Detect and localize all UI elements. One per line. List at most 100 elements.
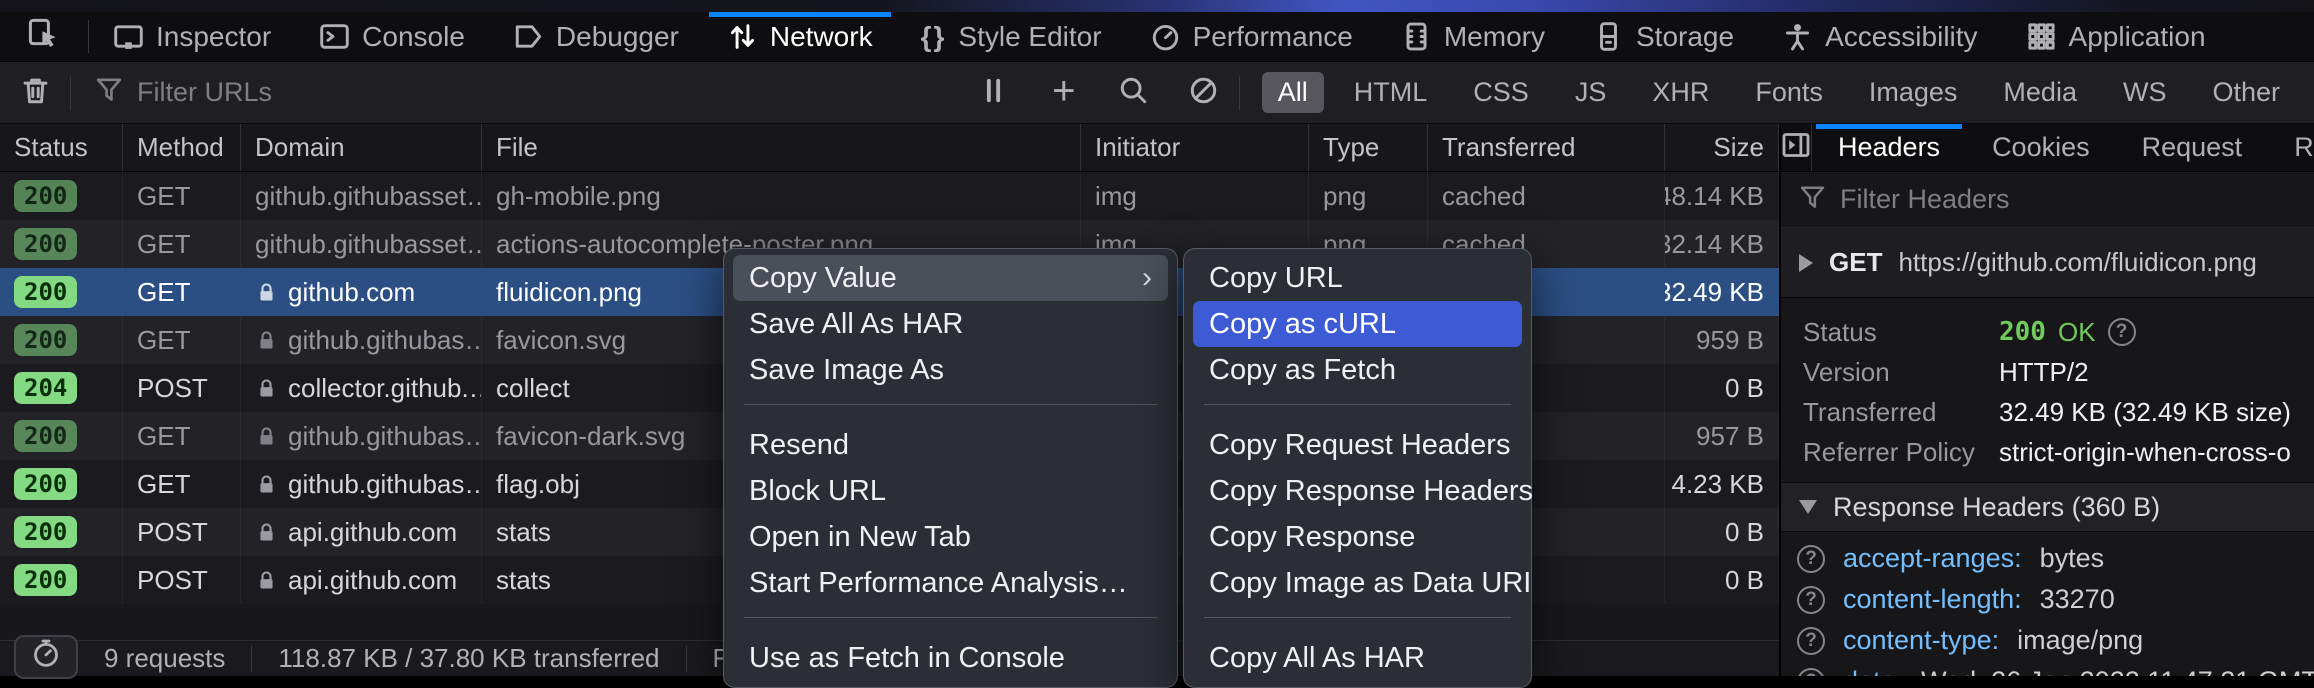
tab-label: Application	[2069, 21, 2206, 53]
lock-icon	[255, 377, 278, 400]
menu-item-start-performance-analysis[interactable]: Start Performance Analysis…	[733, 560, 1168, 606]
status-cell: 200	[0, 556, 123, 604]
type-filter-images[interactable]: Images	[1853, 72, 1974, 113]
split-panel-toggle-button[interactable]	[1781, 124, 1812, 171]
menu-item-copy-url[interactable]: Copy URL	[1193, 255, 1522, 301]
help-icon[interactable]: ?	[1797, 668, 1825, 677]
request-row[interactable]: 200GETgithub.githubasset…gh-mobile.pngim…	[0, 172, 1779, 220]
menu-item-copy-response[interactable]: Copy Response	[1193, 514, 1522, 560]
type-filter-fonts[interactable]: Fonts	[1739, 72, 1839, 113]
tab-application[interactable]: Application	[2002, 12, 2230, 61]
type-filter-media[interactable]: Media	[1987, 72, 2093, 113]
filter-urls-input[interactable]	[137, 77, 959, 108]
column-header-type[interactable]: Type	[1309, 124, 1428, 171]
new-request-button[interactable]: +	[1029, 69, 1099, 117]
details-tab-headers[interactable]: Headers	[1812, 124, 1966, 171]
menu-item-save-all-as-har[interactable]: Save All As HAR	[733, 301, 1168, 347]
search-button[interactable]	[1099, 69, 1169, 117]
expand-caret-icon[interactable]	[1799, 254, 1813, 272]
details-tab-cookies[interactable]: Cookies	[1966, 124, 2116, 171]
type-filter-html[interactable]: HTML	[1338, 72, 1444, 113]
tab-storage[interactable]: Storage	[1569, 12, 1758, 61]
type-filter-all[interactable]: All	[1262, 72, 1324, 113]
type-filter-js[interactable]: JS	[1559, 72, 1623, 113]
help-icon[interactable]: ?	[1797, 586, 1825, 614]
search-icon	[1118, 75, 1149, 111]
type-filter-css[interactable]: CSS	[1457, 72, 1545, 113]
tab-performance[interactable]: Performance	[1126, 12, 1377, 61]
header-name[interactable]: accept-ranges:	[1843, 543, 2022, 574]
domain-text: api.github.com	[288, 517, 457, 548]
column-header-status[interactable]: Status	[0, 124, 123, 171]
status-badge: 200	[14, 324, 77, 357]
menu-item-copy-all-as-har[interactable]: Copy All As HAR	[1193, 635, 1522, 681]
menu-item-copy-value[interactable]: Copy Value›	[733, 255, 1168, 301]
menu-item-save-image-as[interactable]: Save Image As	[733, 347, 1168, 393]
tab-label: Accessibility	[1825, 21, 1977, 53]
response-header-row: ?content-type:image/png	[1781, 620, 2314, 661]
header-name[interactable]: content-type:	[1843, 625, 1999, 656]
menu-item-block-url[interactable]: Block URL	[733, 468, 1168, 514]
size-cell: 4.23 KB	[1665, 460, 1779, 508]
status-badge: 200	[14, 468, 77, 501]
column-header-size[interactable]: Size	[1665, 124, 1779, 171]
menu-item-label: Copy Value	[749, 262, 897, 295]
menu-item-resend[interactable]: Resend	[733, 422, 1168, 468]
size-cell: 957 B	[1665, 412, 1779, 460]
tab-accessibility[interactable]: Accessibility	[1758, 12, 2001, 61]
header-name[interactable]: date:	[1843, 666, 1903, 676]
menu-item-copy-as-curl[interactable]: Copy as cURL	[1193, 301, 1522, 347]
status-badge: 200	[14, 180, 77, 213]
column-header-transferred[interactable]: Transferred	[1428, 124, 1665, 171]
sidebar-toggle-icon	[1781, 130, 1811, 165]
method-cell: GET	[123, 172, 241, 220]
summary-row-referrer-policy: Referrer Policystrict-origin-when-cross-…	[1781, 432, 2314, 472]
menu-item-open-in-new-tab[interactable]: Open in New Tab	[733, 514, 1168, 560]
block-request-button[interactable]	[1169, 69, 1239, 117]
details-tabs: HeadersCookiesRequestResponse	[1812, 124, 2314, 171]
type-filter-xhr[interactable]: XHR	[1636, 72, 1725, 113]
tab-debugger[interactable]: Debugger	[489, 12, 703, 61]
method-cell: POST	[123, 556, 241, 604]
response-headers-section[interactable]: Response Headers (360 B)	[1781, 482, 2314, 532]
tab-label: Performance	[1193, 21, 1353, 53]
throttling-button[interactable]	[14, 635, 78, 679]
header-name[interactable]: content-length:	[1843, 584, 2022, 615]
filter-headers-input[interactable]	[1840, 184, 2296, 215]
help-icon[interactable]: ?	[1797, 627, 1825, 655]
summary-row-version: VersionHTTP/2	[1781, 352, 2314, 392]
status-cell: 200	[0, 412, 123, 460]
summary-value: strict-origin-when-cross-origin	[1999, 437, 2292, 468]
menu-item-use-as-fetch-in-console[interactable]: Use as Fetch in Console	[733, 635, 1168, 681]
pause-traffic-button[interactable]	[959, 69, 1029, 117]
status-bar-separator	[251, 646, 252, 672]
column-header-domain[interactable]: Domain	[241, 124, 482, 171]
request-url-row[interactable]: GET https://github.com/fluidicon.png	[1781, 228, 2314, 298]
collapse-caret-icon[interactable]	[1799, 500, 1817, 514]
help-icon[interactable]: ?	[1797, 545, 1825, 573]
type-filter-other[interactable]: Other	[2196, 72, 2296, 113]
status-cell: 200	[0, 508, 123, 556]
details-tab-response[interactable]: Response	[2268, 124, 2314, 171]
clear-requests-button[interactable]	[0, 69, 70, 117]
details-tab-request[interactable]: Request	[2116, 124, 2269, 171]
status-cell: 204	[0, 364, 123, 412]
tab-memory[interactable]: Memory	[1377, 12, 1569, 61]
tab-inspector[interactable]: Inspector	[89, 12, 295, 61]
help-icon[interactable]: ?	[2108, 318, 2136, 346]
menu-item-copy-request-headers[interactable]: Copy Request Headers	[1193, 422, 1522, 468]
menu-item-copy-image-as-data-uri[interactable]: Copy Image as Data URI	[1193, 560, 1522, 606]
tab-network[interactable]: Network	[703, 12, 897, 61]
type-filter-ws[interactable]: WS	[2107, 72, 2183, 113]
menu-item-label: Save All As HAR	[749, 308, 963, 341]
pick-element-button[interactable]	[0, 12, 88, 61]
menu-item-copy-as-fetch[interactable]: Copy as Fetch	[1193, 347, 1522, 393]
menu-divider	[744, 404, 1157, 405]
domain-text: github.githubas…	[288, 421, 482, 452]
column-header-method[interactable]: Method	[123, 124, 241, 171]
column-header-file[interactable]: File	[482, 124, 1081, 171]
tab-console[interactable]: Console	[295, 12, 489, 61]
column-header-initiator[interactable]: Initiator	[1081, 124, 1309, 171]
tab-style-editor[interactable]: {}Style Editor	[897, 12, 1126, 61]
menu-item-copy-response-headers[interactable]: Copy Response Headers	[1193, 468, 1522, 514]
